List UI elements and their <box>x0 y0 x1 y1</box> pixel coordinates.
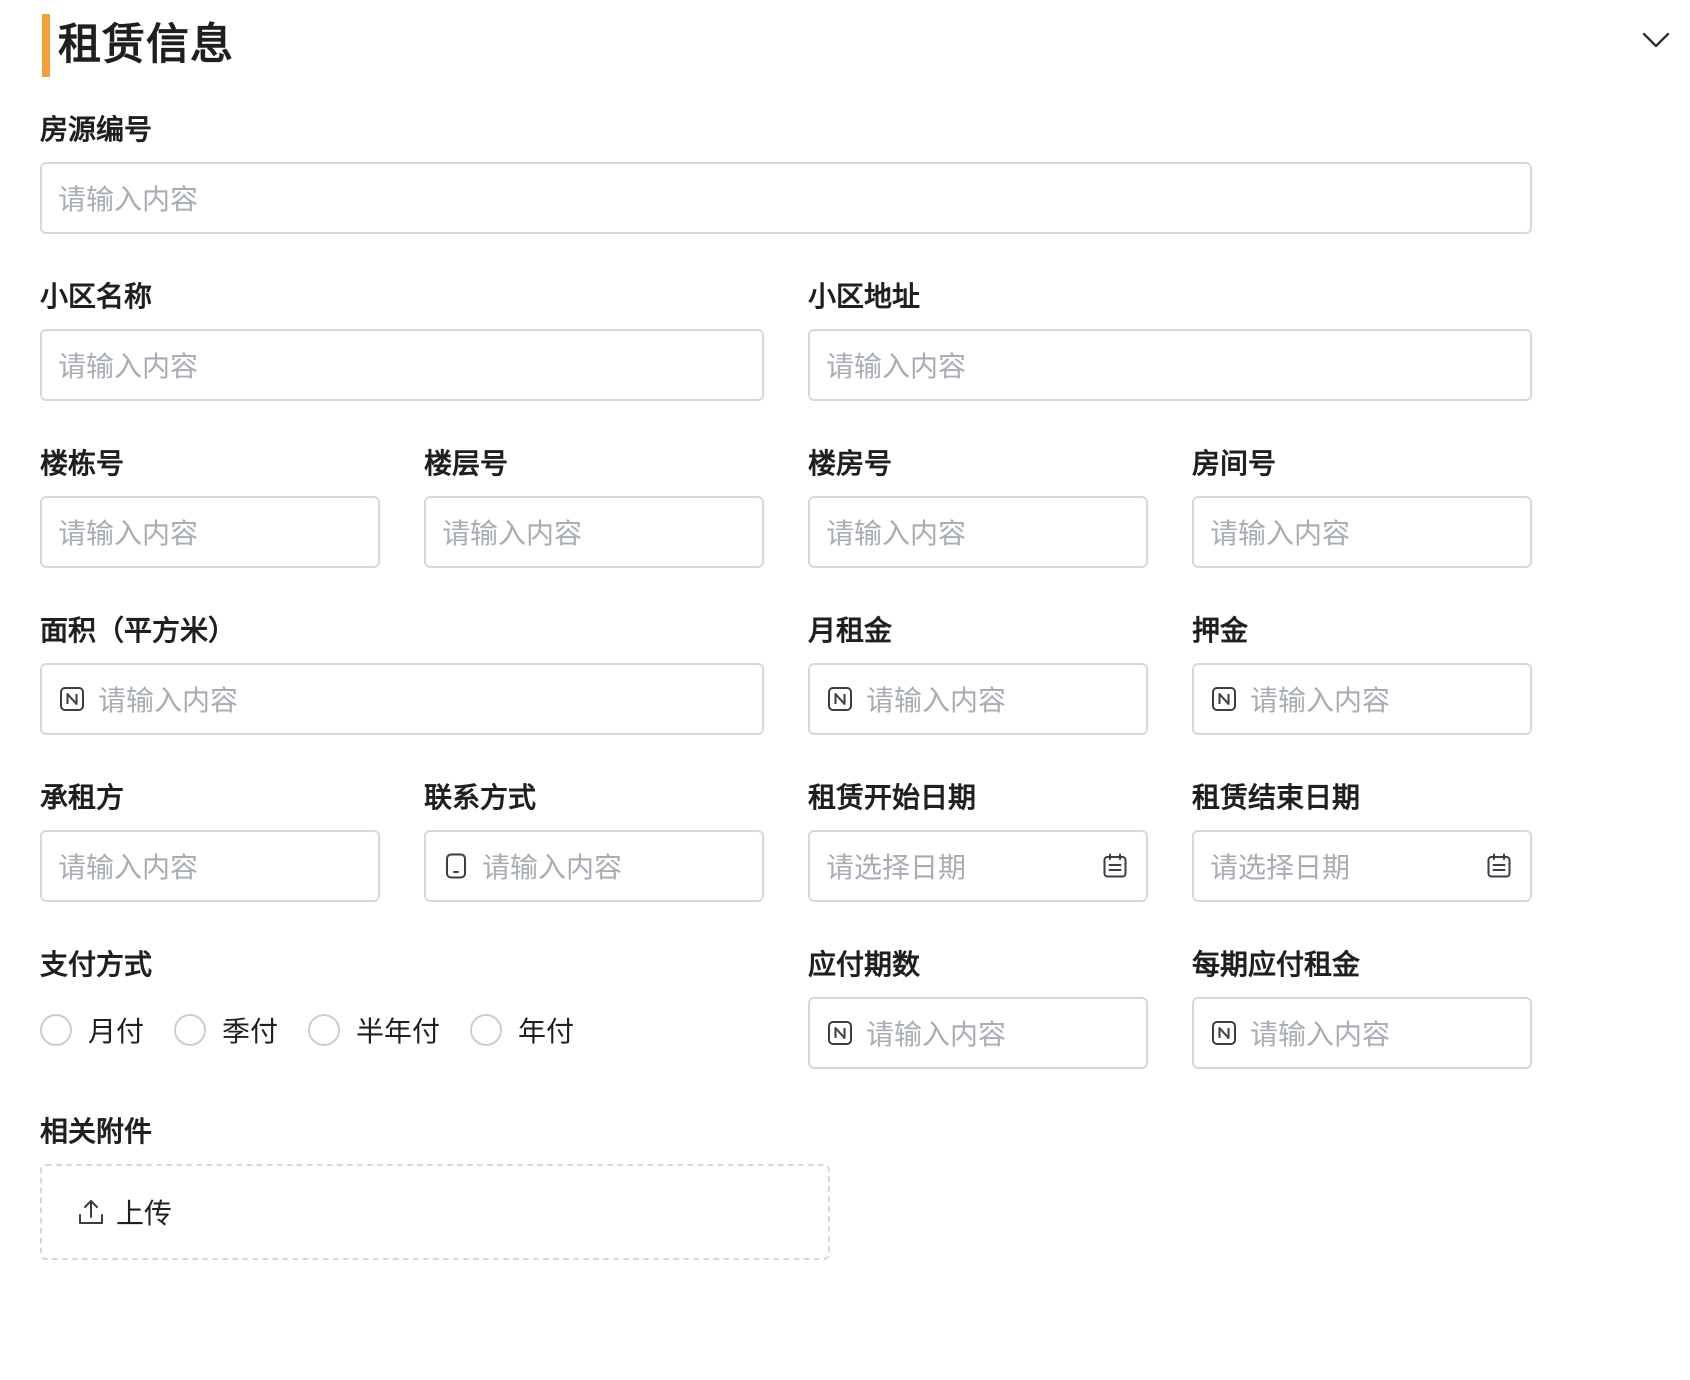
deposit-input[interactable]: 请输入内容 <box>1192 663 1532 735</box>
building-no-label: 楼栋号 <box>40 447 125 480</box>
unit-no-input[interactable]: 请输入内容 <box>808 496 1148 568</box>
floor-no-label: 楼层号 <box>424 447 509 480</box>
upload-label: 上传 <box>116 1197 173 1230</box>
number-icon <box>1210 1019 1238 1047</box>
deposit-placeholder: 请输入内容 <box>1250 684 1391 717</box>
section-accent-bar <box>42 14 50 77</box>
number-icon <box>1210 685 1238 713</box>
room-no-input[interactable]: 请输入内容 <box>1192 496 1532 568</box>
tenant-label: 承租方 <box>40 781 125 814</box>
contact-placeholder: 请输入内容 <box>482 851 623 884</box>
community-name-label: 小区名称 <box>40 280 153 313</box>
house-id-placeholder: 请输入内容 <box>58 183 199 216</box>
floor-no-input[interactable]: 请输入内容 <box>424 496 764 568</box>
calendar-icon[interactable] <box>1100 851 1130 881</box>
section-title: 租赁信息 <box>58 20 234 70</box>
tenant-placeholder: 请输入内容 <box>58 851 199 884</box>
payment-periods-label: 应付期数 <box>808 948 921 981</box>
room-no-placeholder: 请输入内容 <box>1210 517 1351 550</box>
radio-label: 季付 <box>222 1015 279 1048</box>
deposit-label: 押金 <box>1192 614 1249 647</box>
section-header: 租赁信息 <box>0 0 1690 100</box>
monthly-rent-label: 月租金 <box>808 614 893 647</box>
number-icon <box>826 1019 854 1047</box>
upload-icon <box>76 1197 106 1227</box>
room-no-label: 房间号 <box>1192 447 1277 480</box>
chevron-down-icon[interactable] <box>1636 20 1676 60</box>
radio-circle[interactable] <box>174 1014 207 1046</box>
floor-no-placeholder: 请输入内容 <box>442 517 583 550</box>
attachments-label: 相关附件 <box>40 1115 153 1148</box>
lease-start-label: 租赁开始日期 <box>808 781 977 814</box>
house-id-label: 房源编号 <box>40 113 153 146</box>
house-id-input[interactable]: 请输入内容 <box>40 162 1532 234</box>
radio-half-yearly[interactable]: 半年付 <box>308 1010 440 1050</box>
community-address-input[interactable]: 请输入内容 <box>808 329 1532 401</box>
radio-label: 年付 <box>518 1015 575 1048</box>
building-no-placeholder: 请输入内容 <box>58 517 199 550</box>
phone-icon <box>442 852 470 880</box>
community-address-label: 小区地址 <box>808 280 921 313</box>
contact-input[interactable]: 请输入内容 <box>424 830 764 902</box>
area-placeholder: 请输入内容 <box>98 684 239 717</box>
payment-method-label: 支付方式 <box>40 948 153 981</box>
lease-start-placeholder: 请选择日期 <box>826 851 967 884</box>
calendar-icon[interactable] <box>1484 851 1514 881</box>
payment-periods-placeholder: 请输入内容 <box>866 1018 1007 1051</box>
radio-yearly[interactable]: 年付 <box>470 1010 574 1050</box>
radio-circle[interactable] <box>470 1014 503 1046</box>
tenant-input[interactable]: 请输入内容 <box>40 830 380 902</box>
building-no-input[interactable]: 请输入内容 <box>40 496 380 568</box>
payment-method-radio-group: 月付 季付 半年付 年付 <box>40 1005 604 1055</box>
lease-start-date-picker[interactable]: 请选择日期 <box>808 830 1148 902</box>
upload-button[interactable]: 上传 <box>40 1164 830 1260</box>
rent-per-period-input[interactable]: 请输入内容 <box>1192 997 1532 1069</box>
unit-no-placeholder: 请输入内容 <box>826 517 967 550</box>
rent-per-period-placeholder: 请输入内容 <box>1250 1018 1391 1051</box>
community-name-placeholder: 请输入内容 <box>58 350 199 383</box>
radio-label: 月付 <box>88 1015 145 1048</box>
payment-periods-input[interactable]: 请输入内容 <box>808 997 1148 1069</box>
area-label: 面积（平方米） <box>40 614 237 647</box>
radio-label: 半年付 <box>356 1015 441 1048</box>
unit-no-label: 楼房号 <box>808 447 893 480</box>
contact-label: 联系方式 <box>424 781 537 814</box>
radio-monthly[interactable]: 月付 <box>40 1010 144 1050</box>
lease-end-label: 租赁结束日期 <box>1192 781 1361 814</box>
radio-quarterly[interactable]: 季付 <box>174 1010 278 1050</box>
number-icon <box>58 685 86 713</box>
rent-per-period-label: 每期应付租金 <box>1192 948 1361 981</box>
community-address-placeholder: 请输入内容 <box>826 350 967 383</box>
monthly-rent-input[interactable]: 请输入内容 <box>808 663 1148 735</box>
radio-circle[interactable] <box>40 1014 72 1046</box>
community-name-input[interactable]: 请输入内容 <box>40 329 764 401</box>
area-input[interactable]: 请输入内容 <box>40 663 764 735</box>
lease-end-date-picker[interactable]: 请选择日期 <box>1192 830 1532 902</box>
monthly-rent-placeholder: 请输入内容 <box>866 684 1007 717</box>
radio-circle[interactable] <box>308 1014 341 1046</box>
number-icon <box>826 685 854 713</box>
lease-end-placeholder: 请选择日期 <box>1210 851 1351 884</box>
